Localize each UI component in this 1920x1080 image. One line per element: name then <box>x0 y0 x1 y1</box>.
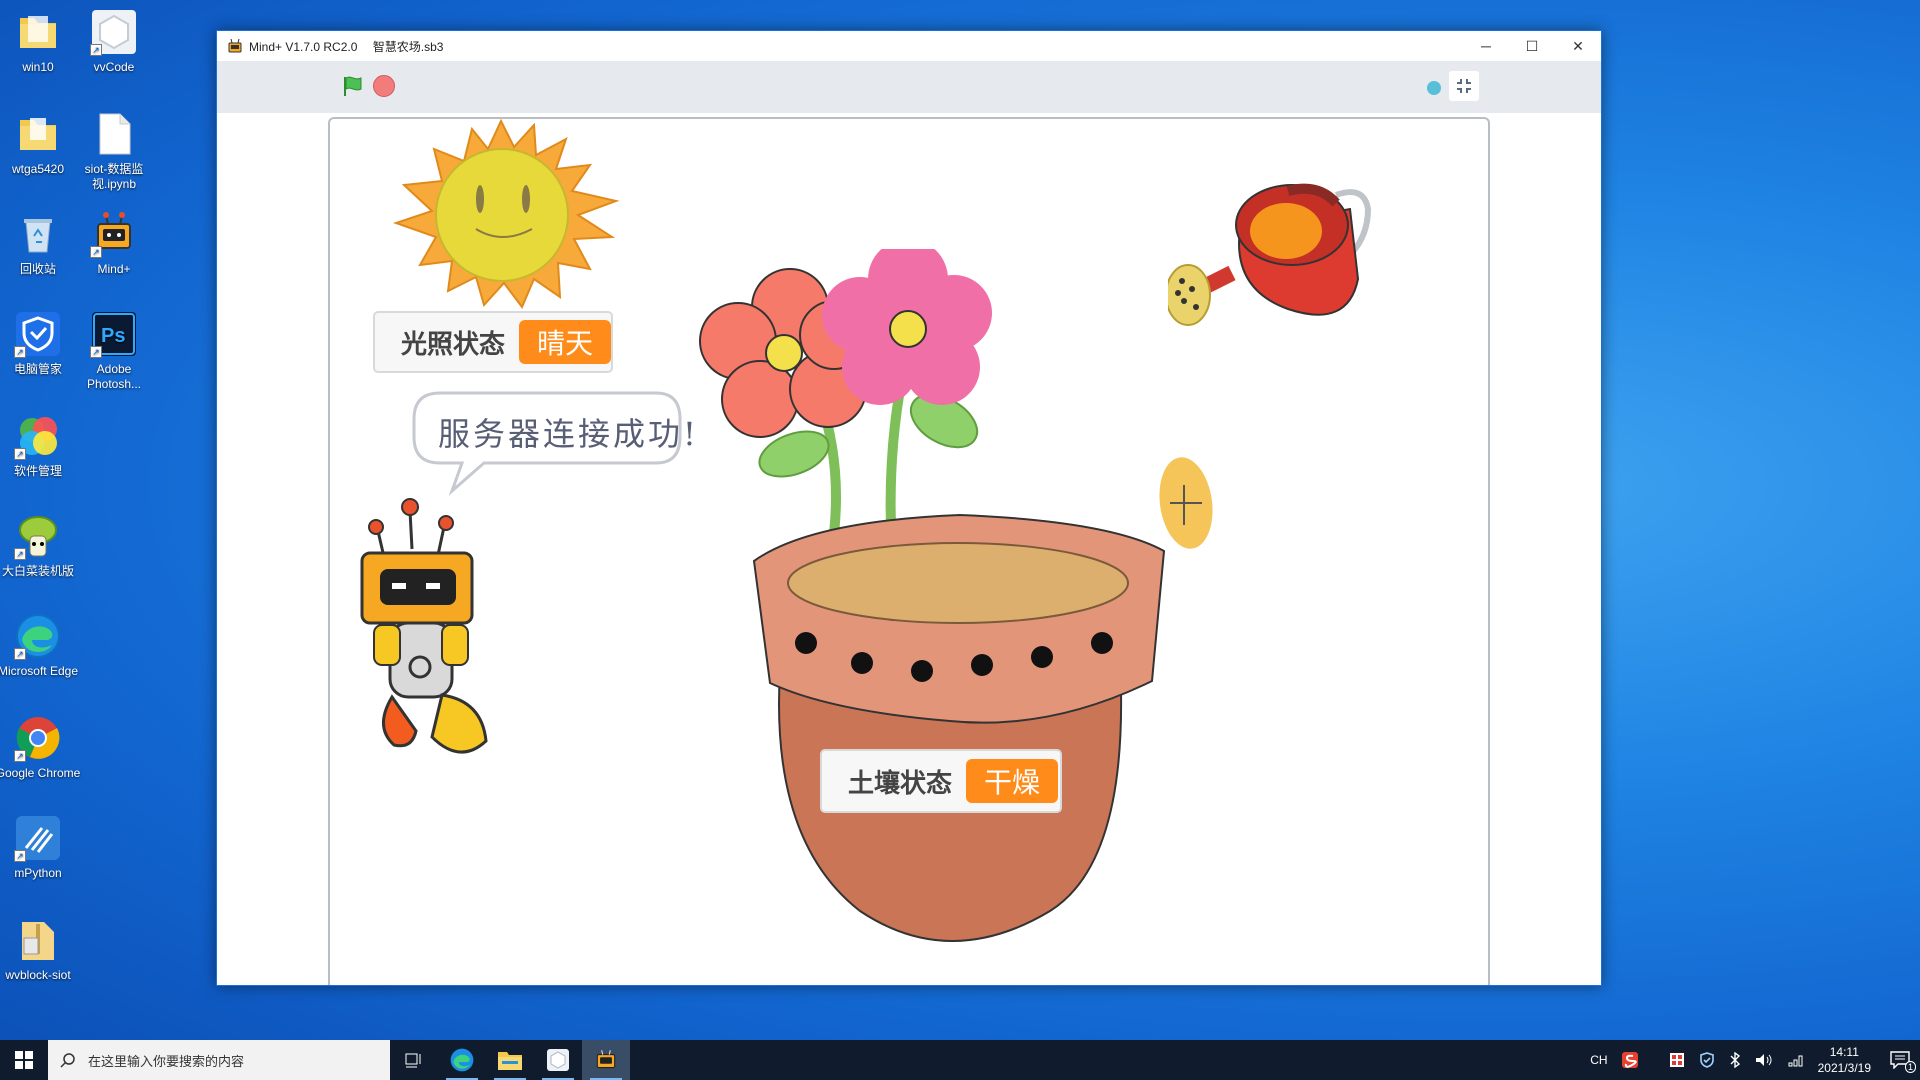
stage-toolbar <box>217 61 1601 113</box>
status-dot <box>1427 81 1441 95</box>
windows-logo-icon <box>15 1051 33 1069</box>
speech-bubble-text: 服务器连接成功! <box>438 415 699 453</box>
taskbar: 在这里输入你要搜索的内容 CH 14:11 2021/3/19 1 <box>0 1040 1920 1080</box>
ime-indicator[interactable]: CH <box>1590 1053 1607 1067</box>
system-tray: CH 14:11 2021/3/19 1 <box>1583 1040 1920 1080</box>
task-view-icon <box>405 1053 421 1068</box>
flower-pot-sprite[interactable] <box>750 511 1170 971</box>
soil-status-label: 土壤状态 <box>848 768 953 799</box>
flower-sprite[interactable] <box>674 249 994 549</box>
desktop-icon-dabaicai[interactable]: ↗ 大白菜装机版 <box>0 512 82 579</box>
notification-center-icon[interactable]: 1 <box>1890 1051 1916 1073</box>
desktop-icon-label: Microsoft Edge <box>0 664 79 678</box>
taskbar-mindplus[interactable] <box>582 1040 630 1080</box>
task-view-button[interactable] <box>390 1040 438 1080</box>
folder-icon <box>20 118 56 150</box>
taskbar-edge[interactable] <box>438 1040 486 1080</box>
desktop-icon-vvcode[interactable]: ↗ vvCode <box>70 8 158 75</box>
folder-icon <box>20 16 56 48</box>
light-status-monitor[interactable]: 光照状态 晴天 <box>373 311 613 373</box>
file-name: 智慧农场.sb3 <box>372 39 444 54</box>
desktop-icon-label: siot-数据监视.ipynb <box>84 162 144 191</box>
network-icon[interactable] <box>1787 1052 1805 1068</box>
desktop-icon-label: Adobe Photosh... <box>86 362 142 391</box>
security-icon[interactable] <box>1669 1052 1685 1068</box>
folder-zip-icon <box>22 922 54 960</box>
sun-sprite[interactable] <box>376 119 626 309</box>
file-explorer-icon <box>498 1052 522 1070</box>
light-status-value: 晴天 <box>519 320 611 364</box>
search-icon <box>60 1053 75 1068</box>
desktop-icon-label: vvCode <box>93 60 135 74</box>
start-button[interactable] <box>0 1040 48 1080</box>
soil-status-monitor[interactable]: 土壤状态 干燥 <box>820 749 1062 813</box>
maximize-button[interactable]: ☐ <box>1509 31 1555 61</box>
light-status-label: 光照状态 <box>401 329 506 360</box>
minimize-button[interactable]: ─ <box>1463 31 1509 61</box>
stage-area: 光照状态 晴天 服务器连接成功! 土壤状态 干燥 <box>217 113 1601 985</box>
taskbar-file-explorer[interactable] <box>486 1040 534 1080</box>
clock[interactable]: 14:11 2021/3/19 <box>1818 1044 1871 1076</box>
mindplus-app-icon <box>228 38 242 53</box>
bluetooth-icon[interactable] <box>1729 1052 1741 1068</box>
desktop-icon-label: Google Chrome <box>0 766 81 780</box>
volume-icon[interactable] <box>1755 1052 1773 1068</box>
desktop-icon-wvblock-siot[interactable]: wvblock-siot <box>0 916 82 983</box>
title-bar[interactable]: Mind+ V1.7.0 RC2.0 智慧农场.sb3 ─ ☐ ✕ <box>217 31 1601 61</box>
svg-text:Ps: Ps <box>101 325 125 347</box>
watering-can-sprite[interactable] <box>1168 169 1408 339</box>
taskbar-vvcode[interactable] <box>534 1040 582 1080</box>
desktop-icon-label: 软件管理 <box>13 464 62 478</box>
exit-fullscreen-icon <box>1457 79 1471 93</box>
recycle-bin-icon <box>24 219 52 253</box>
robot-mascot-sprite[interactable] <box>358 491 498 761</box>
edge-icon <box>450 1048 474 1072</box>
stage[interactable]: 光照状态 晴天 服务器连接成功! 土壤状态 干燥 <box>328 117 1490 985</box>
close-button[interactable]: ✕ <box>1555 31 1601 61</box>
app-name: Mind+ V1.7.0 RC2.0 <box>249 39 358 54</box>
clock-date: 2021/3/19 <box>1817 1061 1871 1075</box>
sogou-ime-icon[interactable] <box>1621 1052 1638 1068</box>
taskbar-search-box[interactable]: 在这里输入你要搜索的内容 <box>48 1040 390 1080</box>
search-placeholder: 在这里输入你要搜索的内容 <box>88 1053 245 1069</box>
mindplus-window: Mind+ V1.7.0 RC2.0 智慧农场.sb3 ─ ☐ ✕ 光照状态 晴… <box>216 30 1602 986</box>
vvcode-icon <box>547 1049 569 1071</box>
clock-time: 14:11 <box>1829 1045 1859 1059</box>
desktop-icon-label: wvblock-siot <box>5 968 71 982</box>
desktop-icon-label: Mind+ <box>97 262 131 276</box>
desktop-icon-siot-notebook[interactable]: siot-数据监视.ipynb <box>70 110 158 192</box>
stop-button[interactable] <box>373 75 395 97</box>
soil-status-value: 干燥 <box>966 759 1059 803</box>
desktop-icon-label: mPython <box>14 866 62 880</box>
exit-fullscreen-button[interactable] <box>1449 71 1479 101</box>
desktop-icon-label: 大白菜装机版 <box>1 564 74 578</box>
desktop-icon-mindplus[interactable]: ↗ Mind+ <box>70 210 158 277</box>
desktop-icon-photoshop[interactable]: Ps ↗ Adobe Photosh... <box>70 310 158 392</box>
desktop-icon-software-manager[interactable]: ↗ 软件管理 <box>0 412 82 479</box>
mindplus-icon <box>596 1050 616 1069</box>
window-title: Mind+ V1.7.0 RC2.0 智慧农场.sb3 <box>249 38 1463 55</box>
desktop-icon-chrome[interactable]: ↗ Google Chrome <box>0 714 82 781</box>
green-flag-icon[interactable] <box>341 74 365 98</box>
file-icon <box>99 113 131 155</box>
pc-manager-tray-icon[interactable] <box>1699 1052 1715 1068</box>
desktop-icon-mpython[interactable]: ↗ mPython <box>0 814 82 881</box>
notification-count: 1 <box>1904 1061 1916 1073</box>
desktop-icon-edge[interactable]: ↗ Microsoft Edge <box>0 612 82 679</box>
